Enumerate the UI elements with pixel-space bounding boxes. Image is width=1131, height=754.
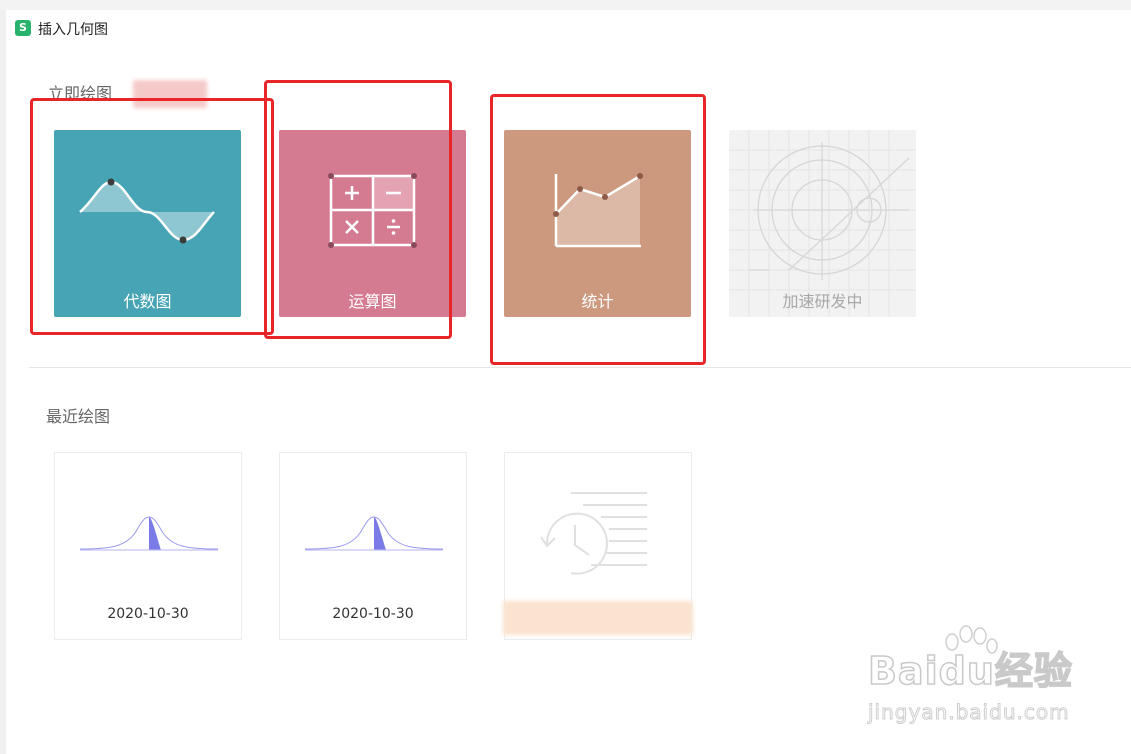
card-coming-soon: 加速研发中 [729, 130, 916, 317]
card-label: 统计 [581, 292, 614, 311]
card-algebra[interactable]: 代数图 [54, 130, 241, 317]
recent-item-2[interactable]: 2020-10-30 [279, 452, 467, 640]
blurred-region [133, 80, 207, 108]
dialog-titlebar: S 插入几何图 [6, 10, 1131, 46]
normal-distribution-icon [304, 516, 444, 551]
section-recent-title: 最近绘图 [46, 407, 111, 426]
recent-item-3[interactable] [503, 452, 693, 640]
watermark-url: jingyan.baidu.com [868, 700, 1070, 725]
card-statistics[interactable]: 统计 [504, 130, 691, 317]
recent-item-1[interactable]: 2020-10-30 [54, 452, 242, 640]
dialog-title: 插入几何图 [38, 22, 108, 38]
section-draw-now-title: 立即绘图 [48, 84, 113, 103]
blurred-region [503, 601, 693, 635]
recent-date: 2020-10-30 [332, 606, 414, 622]
watermark-text: Baidu经验 [867, 648, 1073, 694]
card-label: 代数图 [123, 292, 172, 311]
recent-date: 2020-10-30 [107, 606, 189, 622]
wps-logo-icon: S [15, 20, 31, 36]
baidu-watermark: Baidu经验 jingyan.baidu.com [867, 625, 1083, 730]
normal-distribution-icon [79, 516, 219, 551]
card-operations[interactable]: 运算图 [279, 130, 466, 317]
history-icon [540, 492, 647, 575]
card-label: 运算图 [348, 292, 397, 311]
section-divider [29, 367, 1131, 368]
card-label: 加速研发中 [782, 292, 863, 311]
